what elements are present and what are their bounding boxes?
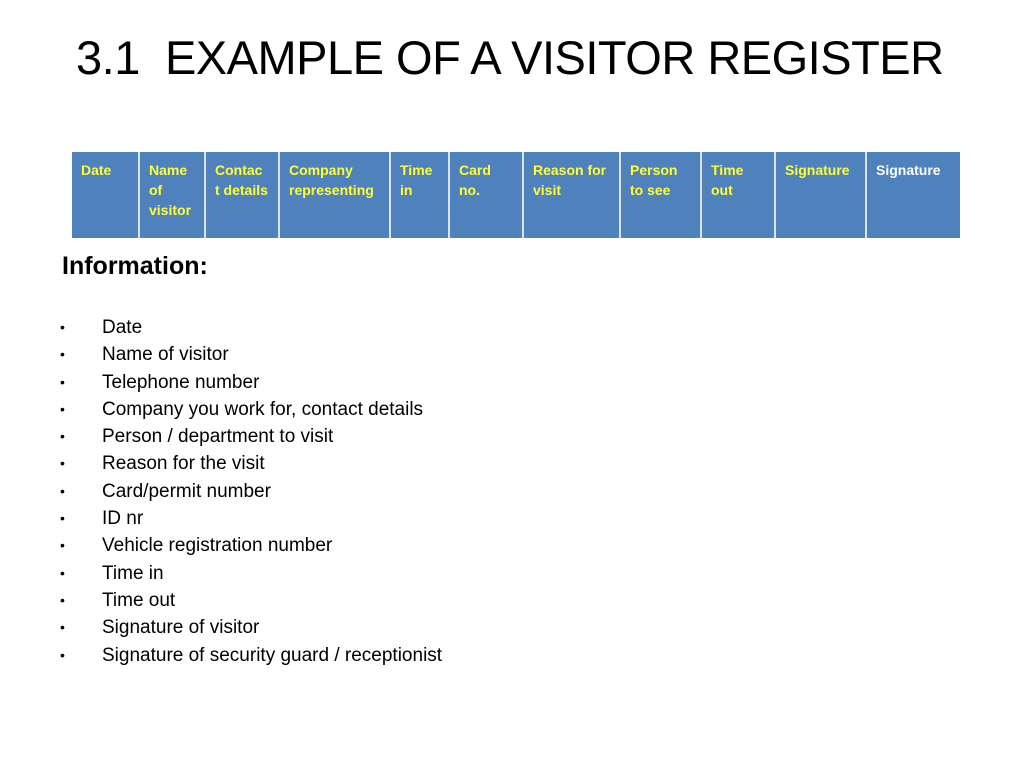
bullet-icon: •	[60, 619, 65, 636]
bullet-icon: •	[60, 646, 65, 663]
list-item-text: Reason for the visit	[102, 453, 265, 475]
list-item-text: Time out	[102, 589, 176, 611]
bullet-icon: •	[60, 455, 65, 472]
list-item: • Signature of visitor	[58, 614, 442, 641]
list-item-text: Signature of visitor	[102, 617, 260, 639]
list-item: • Time in	[58, 560, 442, 587]
column-header-date: Date	[72, 152, 139, 238]
visitor-register-table: Date Name of visitor Contac t details Co…	[72, 152, 960, 238]
list-item-text: Person / department to visit	[102, 426, 334, 448]
column-header-signature-2: Signature	[865, 152, 960, 238]
list-item: • Card/permit number	[58, 478, 442, 505]
list-item: • Date	[58, 314, 442, 341]
column-header-person-to-see: Person to see	[619, 152, 701, 238]
bullet-icon: •	[60, 482, 65, 499]
column-header-time-out: Time out	[700, 152, 775, 238]
information-list: • Date • Name of visitor • Telephone number…	[58, 314, 442, 669]
list-item: • Telephone number	[58, 369, 442, 396]
column-header-name-of-visitor: Name of visitor	[138, 152, 205, 238]
column-header-contact-details: Contac t details	[204, 152, 279, 238]
list-item: • Person / department to visit	[58, 423, 442, 450]
column-header-company: Company representing	[278, 152, 390, 238]
bullet-icon: •	[60, 428, 65, 445]
list-item: • Company you work for, contact details	[58, 396, 442, 423]
list-item: • Reason for the visit	[58, 450, 442, 477]
list-item-text: Signature of security guard / receptioni…	[102, 644, 443, 666]
bullet-icon: •	[60, 510, 65, 527]
list-item-text: Card/permit number	[102, 480, 271, 502]
list-item-text: Time in	[102, 562, 164, 584]
list-item-text: ID nr	[102, 508, 144, 530]
bullet-icon: •	[60, 400, 65, 417]
list-item: • Signature of security guard / reception…	[58, 642, 442, 669]
slide-title: 3.1 EXAMPLE OF A VISITOR REGISTER	[76, 31, 944, 84]
bullet-icon: •	[60, 591, 65, 608]
list-item-text: Name of visitor	[102, 344, 229, 366]
list-item: • Vehicle registration number	[58, 532, 442, 559]
bullet-icon: •	[60, 319, 65, 335]
list-item: • Time out	[58, 587, 442, 614]
list-item: • ID nr	[58, 505, 442, 532]
column-header-signature: Signature	[774, 152, 866, 238]
bullet-icon: •	[60, 346, 65, 363]
bullet-icon: •	[60, 373, 65, 390]
list-item: • Name of visitor	[58, 341, 442, 368]
column-header-time-in: Time in	[389, 152, 449, 238]
column-header-reason: Reason for visit	[522, 152, 620, 238]
list-item-text: Company you work for, contact details	[102, 398, 424, 420]
information-heading: Information:	[62, 252, 208, 280]
list-item-text: Telephone number	[102, 371, 260, 393]
list-item-text: Date	[102, 317, 143, 338]
bullet-icon: •	[60, 564, 65, 581]
table-header-row: Date Name of visitor Contac t details Co…	[72, 152, 960, 238]
bullet-icon: •	[60, 537, 65, 554]
column-header-card-no: Card no.	[448, 152, 523, 238]
list-item-text: Vehicle registration number	[102, 535, 333, 557]
